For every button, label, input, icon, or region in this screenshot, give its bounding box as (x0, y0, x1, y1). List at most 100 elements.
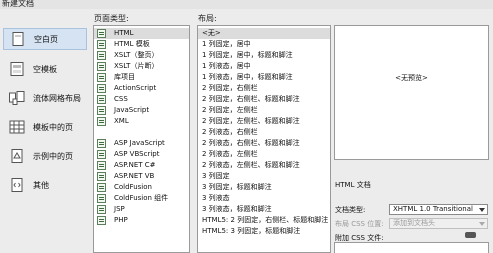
file-icon (97, 106, 106, 115)
file-icon (97, 117, 106, 126)
layout-item[interactable]: 2 列固定，右侧栏、标题和脚注 (198, 94, 330, 105)
description-text: HTML 文档 (335, 181, 371, 189)
file-icon (97, 139, 106, 148)
layout-item[interactable]: <无> (198, 28, 330, 39)
page-type-item[interactable]: ColdFusion (94, 182, 189, 193)
file-icon (97, 183, 106, 192)
sample-page-icon (9, 149, 25, 163)
page-type-item[interactable]: PHP (94, 215, 189, 226)
file-icon (97, 161, 106, 170)
page-type-label: 页面类型: (94, 14, 129, 23)
css-position-select[interactable]: 添加到文档头 (389, 218, 488, 229)
category-label: 流体网格布局 (33, 93, 81, 103)
blank-page-icon (10, 32, 26, 46)
page-type-text: XML (114, 117, 129, 125)
doctype-value: XHTML 1.0 Transitional (393, 205, 473, 213)
chevron-down-icon (479, 222, 485, 226)
page-type-item[interactable]: ASP.NET VB (94, 171, 189, 182)
layout-item[interactable]: 2 列液态，右侧栏 (198, 127, 330, 138)
preview-text: <无预览> (395, 74, 428, 82)
file-icon (97, 40, 106, 49)
category-label: 示例中的页 (33, 151, 73, 161)
page-type-item[interactable]: HTML 模板 (94, 39, 189, 50)
category-label: 空模板 (33, 64, 57, 74)
fluid-grid-icon (9, 91, 25, 105)
page-type-text: XSLT（整页） (114, 51, 159, 59)
file-icon (97, 73, 106, 82)
blank-template-icon (9, 62, 25, 76)
category-other[interactable]: 其他 (3, 174, 87, 196)
page-type-item[interactable]: HTML (94, 28, 189, 39)
page-type-text: ActionScript (114, 84, 157, 92)
page-type-text: HTML (114, 29, 134, 37)
file-icon (97, 205, 106, 214)
css-position-value: 添加到文档头 (393, 219, 435, 227)
page-type-list[interactable]: HTML HTML 模板 XSLT（整页） XSLT（片断） 库项目 Actio… (93, 25, 190, 253)
link-icon[interactable] (465, 232, 476, 238)
layout-item[interactable]: 1 列固定，居中 (198, 39, 330, 50)
file-icon (97, 95, 106, 104)
category-label: 空白页 (34, 34, 58, 44)
page-type-item[interactable]: XML (94, 116, 189, 127)
page-type-item[interactable]: ASP VBScript (94, 149, 189, 160)
file-icon (97, 62, 106, 71)
page-type-text: JSP (114, 205, 125, 213)
page-type-item[interactable]: XSLT（片断） (94, 61, 189, 72)
layout-item[interactable]: 2 列液态，左侧栏、标题和脚注 (198, 160, 330, 171)
layout-item[interactable]: 1 列液态，居中 (198, 61, 330, 72)
file-icon (97, 216, 106, 225)
layout-list[interactable]: <无> 1 列固定，居中 1 列固定，居中，标题和脚注 1 列液态，居中 1 列… (197, 25, 331, 253)
template-page-icon (9, 120, 25, 134)
layout-item[interactable]: 3 列固定，标题和脚注 (198, 182, 330, 193)
file-icon (97, 150, 106, 159)
category-label: 其他 (33, 180, 49, 190)
page-type-item[interactable]: ASP.NET C# (94, 160, 189, 171)
page-type-item[interactable]: ActionScript (94, 83, 189, 94)
layout-item[interactable]: 1 列液态，居中，标题和脚注 (198, 72, 330, 83)
layout-item[interactable]: 2 列液态，右侧栏、标题和脚注 (198, 138, 330, 149)
layout-item[interactable]: 2 列固定，右侧栏 (198, 83, 330, 94)
doctype-label: 文档类型: (335, 206, 366, 214)
layout-item[interactable]: HTML5: 3 列固定，标题和脚注 (198, 226, 330, 237)
page-type-text: ColdFusion 组件 (114, 194, 169, 202)
layout-item[interactable]: 3 列液态 (198, 193, 330, 204)
layout-item[interactable]: 2 列固定，左侧栏、标题和脚注 (198, 116, 330, 127)
file-icon (97, 84, 106, 93)
page-type-item[interactable]: ASP JavaScript (94, 138, 189, 149)
other-icon (9, 178, 25, 192)
page-type-item[interactable]: CSS (94, 94, 189, 105)
file-icon (97, 172, 106, 181)
chevron-down-icon (479, 208, 485, 212)
layout-label: 布局: (198, 14, 217, 23)
page-type-item[interactable]: JSP (94, 204, 189, 215)
attach-css-list[interactable] (334, 242, 489, 253)
doctype-select[interactable]: XHTML 1.0 Transitional (389, 204, 488, 215)
window-title: 新建文档 (2, 0, 34, 8)
preview-pane: <无预览> (334, 25, 489, 160)
page-type-item[interactable]: XSLT（整页） (94, 50, 189, 61)
page-type-text: ASP.NET VB (114, 172, 155, 180)
page-type-text: ASP.NET C# (114, 161, 156, 169)
page-type-text: HTML 模板 (114, 40, 150, 48)
category-blank-template[interactable]: 空模板 (3, 58, 87, 80)
category-template-pages[interactable]: 模板中的页 (3, 116, 87, 138)
layout-item[interactable]: 2 列液态，左侧栏 (198, 149, 330, 160)
page-type-text: ColdFusion (114, 183, 152, 191)
page-type-text: JavaScript (114, 106, 150, 114)
category-fluid-grid[interactable]: 流体网格布局 (3, 87, 87, 109)
layout-item[interactable]: 2 列固定，左侧栏 (198, 105, 330, 116)
file-icon (97, 194, 106, 203)
file-icon (97, 29, 106, 38)
layout-item[interactable]: HTML5: 2 列固定，右侧栏、标题和脚注 (198, 215, 330, 226)
css-position-label: 布局 CSS 位置: (335, 220, 384, 228)
page-type-text: CSS (114, 95, 128, 103)
layout-item[interactable]: 3 列液态，标题和脚注 (198, 204, 330, 215)
file-icon (97, 51, 106, 60)
page-type-item[interactable]: JavaScript (94, 105, 189, 116)
layout-item[interactable]: 1 列固定，居中，标题和脚注 (198, 50, 330, 61)
page-type-item[interactable]: 库项目 (94, 72, 189, 83)
page-type-item[interactable]: ColdFusion 组件 (94, 193, 189, 204)
category-sample-pages[interactable]: 示例中的页 (3, 145, 87, 167)
layout-item[interactable]: 3 列固定 (198, 171, 330, 182)
category-blank-page[interactable]: 空白页 (3, 28, 87, 50)
